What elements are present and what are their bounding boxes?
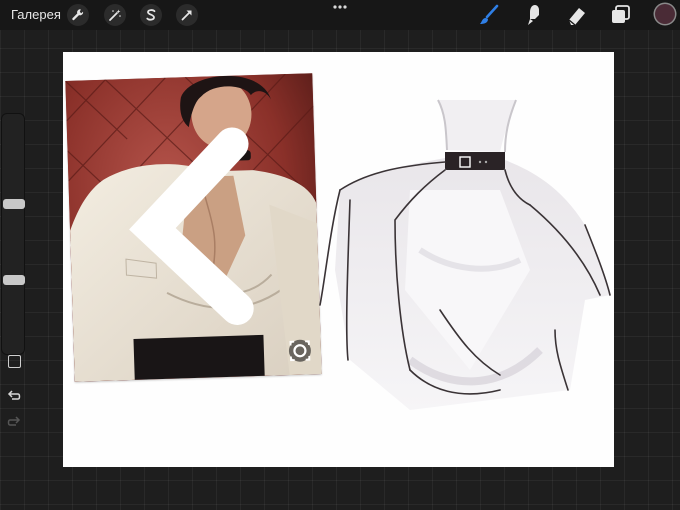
reference-photo[interactable] bbox=[65, 73, 322, 382]
transform-button[interactable] bbox=[176, 4, 198, 26]
transform-arrow-icon bbox=[181, 10, 192, 21]
modify-button[interactable] bbox=[8, 355, 21, 368]
smudge-icon[interactable] bbox=[522, 3, 546, 27]
redo-icon[interactable] bbox=[7, 416, 21, 428]
actions-button[interactable] bbox=[67, 4, 89, 26]
wrench-icon bbox=[72, 9, 84, 21]
eraser-icon[interactable] bbox=[565, 3, 589, 27]
opacity-slider-thumb[interactable] bbox=[3, 275, 25, 285]
undo-icon[interactable] bbox=[7, 390, 21, 402]
top-toolbar: Галерея bbox=[0, 0, 680, 30]
layers-icon[interactable] bbox=[608, 3, 632, 27]
sketch-drawing bbox=[319, 99, 611, 410]
brush-size-slider-thumb[interactable] bbox=[3, 199, 25, 209]
selection-s-icon bbox=[146, 9, 156, 21]
magic-wand-icon bbox=[109, 9, 121, 21]
brush-icon[interactable] bbox=[477, 3, 501, 27]
selection-button[interactable] bbox=[140, 4, 162, 26]
more-dots-icon[interactable] bbox=[331, 2, 349, 12]
gallery-link[interactable]: Галерея bbox=[11, 7, 61, 22]
adjustments-button[interactable] bbox=[104, 4, 126, 26]
back-chevron-icon[interactable] bbox=[65, 73, 321, 382]
color-picker-swatch[interactable] bbox=[655, 4, 675, 24]
left-sidebar bbox=[2, 114, 25, 426]
